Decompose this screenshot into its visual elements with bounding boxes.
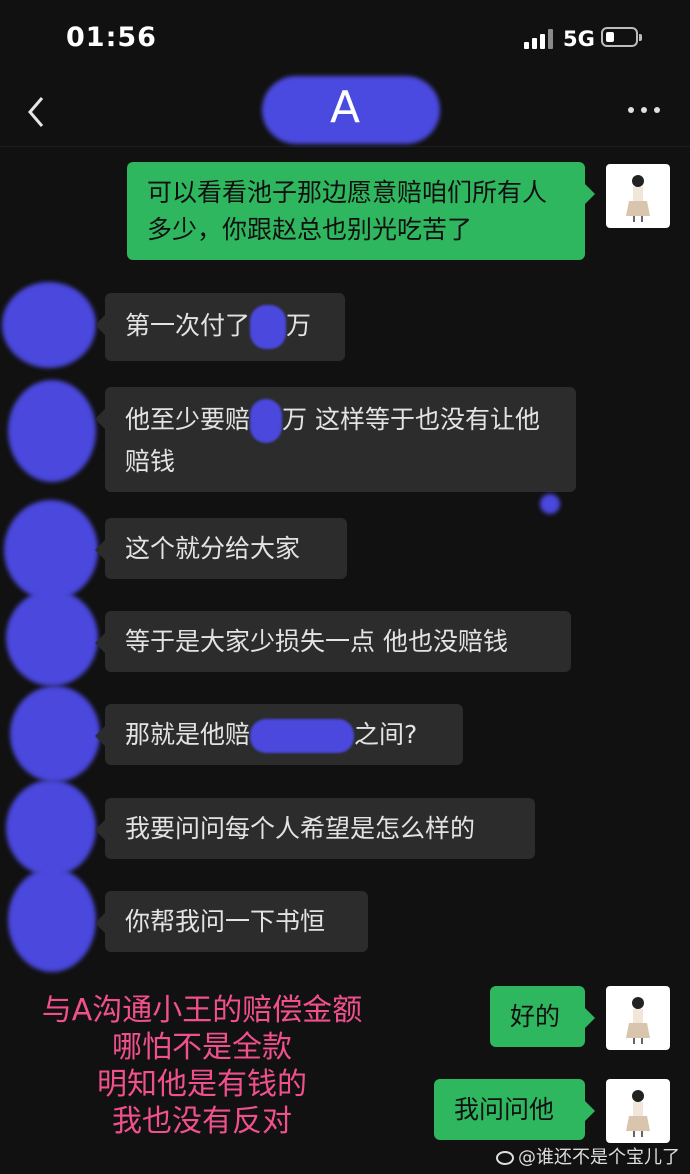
message-text: 万 [286,311,312,340]
annotation-line: 哪怕不是全款 [112,1030,292,1065]
message-text: 你帮我问一下书恒 [125,907,326,936]
message-text: 我要问问每个人希望是怎么样的 [125,814,476,843]
outgoing-message[interactable]: 好的 [490,986,595,1047]
outgoing-message[interactable]: 可以看看池子那边愿意赔咱们所有人多少，你跟赵总也别光吃苦了 [127,162,595,260]
message-text: 第一次付了 [125,311,251,340]
amount-redaction [250,305,287,349]
annotation-line: 明知他是有钱的 [97,1067,307,1102]
incoming-message[interactable]: 他至少要赔万 这样等于也没有让他赔钱 [95,387,576,492]
avatar[interactable] [606,986,670,1050]
annotation-line: 与A沟通小王的赔偿金额 [41,993,363,1028]
outgoing-message[interactable]: 我问问他 [434,1079,595,1140]
more-icon [628,107,634,113]
incoming-message[interactable]: 这个就分给大家 [95,518,347,579]
annotation-text: 与A沟通小王的赔偿金额 哪怕不是全款 明知他是有钱的 我也没有反对 [12,992,392,1140]
message-text: 之间? [354,720,418,749]
watermark: @谁还不是个宝儿了 [496,1143,680,1169]
avatar[interactable] [606,1079,670,1143]
chat-title: A [329,82,361,133]
annotation-line: 我也没有反对 [112,1104,292,1139]
avatar-redaction [10,686,100,782]
avatar[interactable] [606,164,670,228]
avatar-redaction [6,780,96,876]
incoming-message[interactable]: 第一次付了 万 [95,293,345,361]
avatar-redaction [4,500,98,600]
network-type: 5G [563,27,595,51]
message-text: 我问问他 [454,1095,555,1124]
avatar-redaction [8,380,96,482]
message-text: 等于是大家少损失一点 他也没赔钱 [125,627,508,656]
battery-icon [601,27,642,47]
message-text: 他至少要赔 [125,405,251,434]
incoming-message[interactable]: 等于是大家少损失一点 他也没赔钱 [95,611,571,672]
message-text: 好的 [510,1002,561,1031]
signal-icon [524,29,554,49]
more-button[interactable] [626,98,662,122]
incoming-message[interactable]: 我要问问每个人希望是怎么样的 [95,798,535,859]
amount-redaction [250,719,355,753]
status-bar: 01:56 5G [0,0,690,80]
incoming-message[interactable]: 你帮我问一下书恒 [95,891,368,952]
watermark-text: @谁还不是个宝儿了 [518,1147,680,1168]
message-text: 这个就分给大家 [125,534,301,563]
weibo-icon [496,1151,514,1165]
status-time: 01:56 [66,22,157,53]
incoming-message[interactable]: 那就是他赔 之间? [95,704,463,765]
avatar-redaction [2,282,96,368]
dot-redaction [540,494,560,514]
chat-header: A [0,76,690,147]
amount-redaction [250,399,283,443]
message-text: 那就是他赔 [125,720,251,749]
avatar-redaction [6,590,98,686]
message-text: 可以看看池子那边愿意赔咱们所有人多少，你跟赵总也别光吃苦了 [147,178,548,244]
avatar-redaction [8,868,96,972]
